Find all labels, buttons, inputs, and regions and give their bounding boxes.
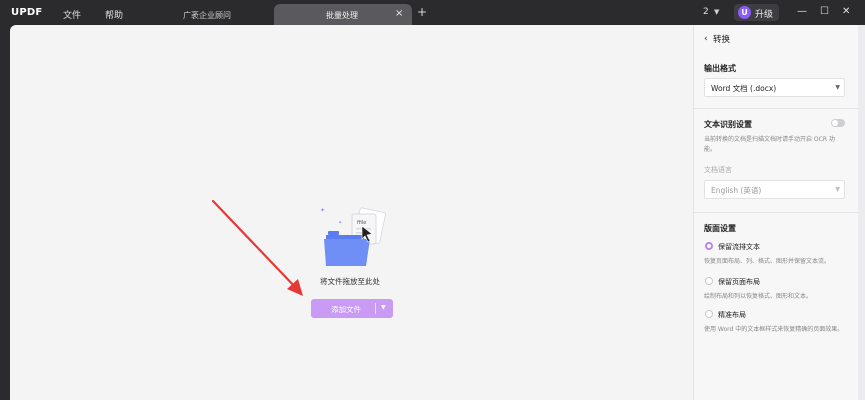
maximize-icon[interactable]: ☐: [820, 6, 829, 17]
drop-hint-text: 将文件拖放至此处: [320, 277, 380, 286]
app-logo: UPDF: [11, 7, 43, 18]
keep-page-layout-desc: 绘制布局和列以恢复格式、图形和文本。: [704, 293, 813, 300]
button-divider: [375, 303, 376, 314]
document-language-value: English (英语): [711, 186, 762, 195]
window-count[interactable]: 2: [703, 7, 709, 17]
chevron-down-icon: ▼: [835, 84, 840, 91]
radio-keep-page-layout-label[interactable]: 保留页面布局: [718, 277, 760, 287]
svg-text:ffile: ffile: [357, 220, 366, 226]
ocr-hint-text: 当前转换的文档是扫描文档时请手动开启 OCR 功能。: [704, 136, 835, 153]
document-language-select[interactable]: English (英语) ▼: [704, 180, 845, 199]
close-window-icon[interactable]: ✕: [842, 6, 850, 17]
add-file-label: 添加文件: [331, 305, 361, 314]
ocr-toggle[interactable]: [831, 119, 845, 127]
layout-settings-label: 版面设置: [704, 224, 736, 233]
document-language-label: 文档语言: [704, 166, 732, 174]
svg-text:✦: ✦: [338, 220, 342, 226]
back-chevron-icon[interactable]: ‹: [704, 34, 708, 44]
tab-document-label: 广袤企业顾问: [183, 11, 231, 20]
tab-close-icon[interactable]: ×: [395, 8, 403, 19]
radio-keep-flow-text-label[interactable]: 保留流排文本: [718, 242, 760, 252]
chevron-down-icon: ▼: [835, 186, 840, 193]
upgrade-button[interactable]: U 升级: [734, 4, 779, 21]
keep-flow-text-desc: 恢复页面布局、列、格式、图形并保留文本流。: [704, 258, 831, 265]
divider: [694, 212, 859, 213]
minimize-icon[interactable]: —: [797, 6, 807, 17]
divider: [694, 108, 859, 109]
red-arrow-annotation: [211, 199, 303, 296]
upgrade-label: 升级: [755, 10, 774, 20]
svg-text:✦: ✦: [320, 207, 325, 214]
add-file-dropdown-icon[interactable]: ▼: [381, 304, 386, 311]
radio-keep-flow-text[interactable]: [705, 242, 713, 250]
output-format-select[interactable]: Word 文档 (.docx) ▼: [704, 78, 845, 97]
add-tab-icon[interactable]: +: [417, 5, 427, 19]
panel-title: 转换: [713, 35, 731, 45]
tab-batch[interactable]: 批量处理 ×: [274, 4, 412, 25]
chevron-down-icon[interactable]: ▼: [714, 8, 719, 16]
folder-documents-icon: ✦ ✦ ffile: [320, 207, 386, 266]
tab-document[interactable]: 广袤企业顾问: [152, 4, 272, 25]
menu-help[interactable]: 帮助: [105, 8, 123, 21]
title-bar: UPDF 文件 帮助 广袤企业顾问 批量处理 × + 2 ▼ U 升级 — ☐ …: [0, 0, 865, 25]
exact-layout-desc: 使用 Word 中的文本框样式来恢复精确的页面效果。: [704, 326, 844, 333]
radio-keep-page-layout[interactable]: [705, 277, 713, 285]
radio-exact-layout-label[interactable]: 精准布局: [718, 310, 746, 320]
tab-batch-label: 批量处理: [326, 11, 358, 20]
ocr-settings-label: 文本识别设置: [704, 120, 752, 129]
output-format-label: 输出格式: [704, 64, 736, 73]
menu-file[interactable]: 文件: [63, 8, 81, 21]
convert-settings-panel: ‹ 转换 输出格式 Word 文档 (.docx) ▼ 文本识别设置 当前转换的…: [693, 25, 859, 400]
panel-scrollbar[interactable]: [858, 25, 865, 400]
radio-exact-layout[interactable]: [705, 310, 713, 318]
add-file-button[interactable]: 添加文件 ▼: [311, 299, 393, 318]
output-format-value: Word 文档 (.docx): [711, 84, 777, 93]
avatar: U: [738, 6, 751, 19]
